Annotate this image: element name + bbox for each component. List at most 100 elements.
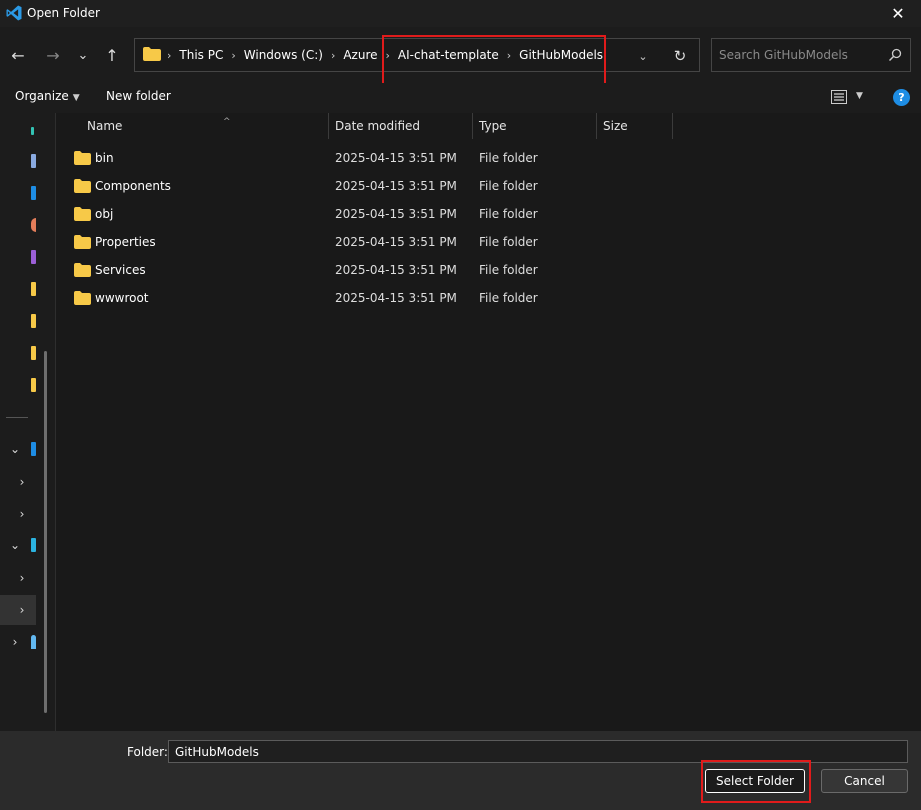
folder-icon[interactable] bbox=[31, 314, 36, 328]
folder-label: Folder: bbox=[127, 745, 168, 759]
file-row-bin[interactable]: bin 2025-04-15 3:51 PM File folder bbox=[56, 144, 756, 172]
folder-icon bbox=[74, 179, 91, 193]
search-icon bbox=[888, 48, 902, 62]
breadcrumb-githubmodels[interactable]: GitHubModels bbox=[515, 48, 607, 62]
back-arrow-icon: ← bbox=[11, 45, 25, 65]
nav-item-icon[interactable] bbox=[31, 250, 36, 264]
breadcrumb-separator: › bbox=[330, 48, 336, 62]
recent-locations-button[interactable]: ⌄ bbox=[70, 41, 96, 69]
file-row-components[interactable]: Components 2025-04-15 3:51 PM File folde… bbox=[56, 172, 756, 200]
file-name: Services bbox=[95, 263, 146, 277]
new-folder-button[interactable]: New folder bbox=[106, 89, 171, 103]
view-details-icon[interactable] bbox=[831, 90, 847, 104]
file-date: 2025-04-15 3:51 PM bbox=[335, 151, 457, 165]
column-size[interactable]: Size bbox=[596, 113, 673, 139]
folder-icon bbox=[143, 47, 161, 61]
file-row-services[interactable]: Services 2025-04-15 3:51 PM File folder bbox=[56, 256, 756, 284]
address-bar[interactable]: › This PC › Windows (C:) › Azure › AI-ch… bbox=[134, 38, 700, 72]
nav-expand-chevron[interactable]: ⌄ bbox=[8, 442, 22, 456]
back-button[interactable]: ← bbox=[5, 41, 31, 69]
sort-ascending-icon: ^ bbox=[223, 117, 231, 127]
dialog-footer: Folder: Select Folder Cancel bbox=[0, 731, 921, 810]
breadcrumb-windows-c[interactable]: Windows (C:) bbox=[240, 48, 327, 62]
window-title: Open Folder bbox=[27, 6, 100, 20]
file-date: 2025-04-15 3:51 PM bbox=[335, 291, 457, 305]
folder-icon[interactable] bbox=[31, 346, 36, 360]
file-row-obj[interactable]: obj 2025-04-15 3:51 PM File folder bbox=[56, 200, 756, 228]
folder-icon bbox=[74, 207, 91, 221]
chevron-down-icon: ⌄ bbox=[77, 47, 89, 63]
forward-arrow-icon: → bbox=[46, 45, 60, 65]
nav-item-icon[interactable] bbox=[31, 186, 36, 200]
file-type: File folder bbox=[479, 263, 538, 277]
address-history-button[interactable]: ⌄ bbox=[631, 43, 655, 69]
breadcrumb-ai-chat-template[interactable]: AI-chat-template bbox=[394, 48, 503, 62]
nav-item-icon[interactable] bbox=[31, 538, 36, 552]
search-input[interactable] bbox=[719, 46, 879, 64]
nav-expand-chevron[interactable]: › bbox=[8, 635, 22, 649]
title-bar: Open Folder ✕ bbox=[0, 0, 921, 27]
nav-item-icon[interactable] bbox=[31, 635, 36, 649]
breadcrumb-separator: › bbox=[231, 48, 236, 62]
nav-expand-chevron[interactable]: › bbox=[15, 571, 29, 585]
view-options-caret-icon[interactable]: ▼ bbox=[856, 91, 863, 101]
file-type: File folder bbox=[479, 179, 538, 193]
folder-icon[interactable] bbox=[31, 378, 36, 392]
close-icon: ✕ bbox=[891, 4, 905, 23]
file-name: Properties bbox=[95, 235, 156, 249]
column-name[interactable]: Name ^ bbox=[80, 113, 329, 139]
refresh-button[interactable]: ↻ bbox=[667, 43, 693, 69]
nav-item-icon[interactable] bbox=[31, 154, 36, 168]
file-row-wwwroot[interactable]: wwwroot 2025-04-15 3:51 PM File folder bbox=[56, 284, 756, 312]
breadcrumb-separator: › bbox=[385, 48, 390, 62]
folder-icon bbox=[74, 151, 91, 165]
file-type: File folder bbox=[479, 291, 538, 305]
file-list: Name ^ Date modified Type Size bin 2025-… bbox=[56, 113, 921, 731]
file-type: File folder bbox=[479, 235, 538, 249]
close-button[interactable]: ✕ bbox=[875, 0, 921, 27]
file-name: bin bbox=[95, 151, 114, 165]
column-type[interactable]: Type bbox=[472, 113, 597, 139]
file-row-properties[interactable]: Properties 2025-04-15 3:51 PM File folde… bbox=[56, 228, 756, 256]
file-type: File folder bbox=[479, 151, 538, 165]
column-header-row: Name ^ Date modified Type Size bbox=[56, 113, 921, 141]
search-box[interactable] bbox=[711, 38, 911, 72]
nav-item-icon[interactable] bbox=[31, 218, 36, 232]
nav-item-icon[interactable] bbox=[31, 442, 36, 456]
folder-icon bbox=[74, 291, 91, 305]
breadcrumb-this-pc[interactable]: This PC bbox=[175, 48, 227, 62]
breadcrumb: › This PC › Windows (C:) › Azure › AI-ch… bbox=[163, 39, 607, 71]
organize-label: Organize bbox=[15, 89, 69, 103]
forward-button[interactable]: → bbox=[40, 41, 66, 69]
cancel-button[interactable]: Cancel bbox=[821, 769, 908, 793]
breadcrumb-separator: › bbox=[167, 48, 172, 62]
column-date-modified[interactable]: Date modified bbox=[328, 113, 473, 139]
nav-expand-chevron[interactable]: › bbox=[15, 507, 29, 521]
organize-button[interactable]: Organize ▼ bbox=[15, 89, 80, 103]
command-toolbar: Organize ▼ New folder ▼ ? bbox=[0, 83, 921, 113]
select-folder-button[interactable]: Select Folder bbox=[705, 769, 805, 793]
file-date: 2025-04-15 3:51 PM bbox=[335, 235, 457, 249]
up-button[interactable]: ↑ bbox=[99, 41, 125, 69]
file-name: obj bbox=[95, 207, 114, 221]
vscode-logo-icon bbox=[6, 5, 22, 21]
up-arrow-icon: ↑ bbox=[105, 45, 119, 65]
nav-scrollbar[interactable] bbox=[44, 351, 47, 713]
breadcrumb-azure[interactable]: Azure bbox=[339, 48, 381, 62]
folder-icon bbox=[74, 235, 91, 249]
caret-down-icon: ▼ bbox=[72, 93, 80, 103]
folder-name-input[interactable] bbox=[168, 740, 908, 763]
folder-icon[interactable] bbox=[31, 282, 36, 296]
help-icon[interactable]: ? bbox=[893, 89, 910, 106]
nav-expand-chevron[interactable]: › bbox=[15, 603, 29, 617]
file-type: File folder bbox=[479, 207, 538, 221]
nav-divider bbox=[6, 417, 28, 418]
nav-expand-chevron[interactable]: ⌄ bbox=[8, 538, 22, 552]
chevron-down-icon: ⌄ bbox=[638, 49, 648, 63]
refresh-icon: ↻ bbox=[673, 47, 687, 65]
column-name-label: Name bbox=[87, 119, 123, 133]
folder-icon bbox=[74, 263, 91, 277]
file-date: 2025-04-15 3:51 PM bbox=[335, 263, 457, 277]
nav-item-icon[interactable] bbox=[31, 127, 34, 135]
nav-expand-chevron[interactable]: › bbox=[15, 475, 29, 489]
